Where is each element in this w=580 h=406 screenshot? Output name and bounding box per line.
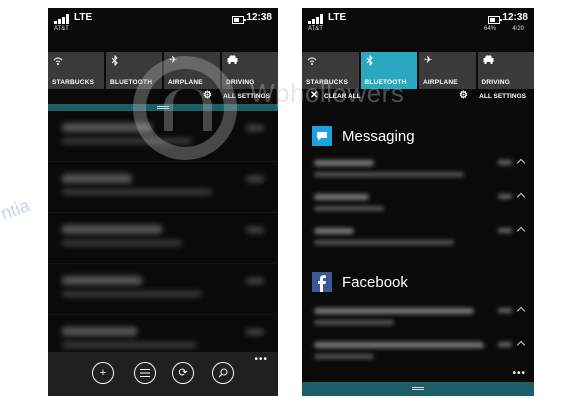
phone-screen-left: LTE AT&T 12:38 STARBUCKS BLUETOOTH ✈ AIR… [48,8,278,396]
battery-icon [488,16,502,24]
status-bar: LTE AT&T 12:38 64% 4/20 [302,8,534,52]
network-type: LTE [328,12,347,23]
all-settings-link[interactable]: ALL SETTINGS [479,93,526,100]
date: 4/20 [512,26,524,32]
battery-percent: 64% [483,26,496,32]
wifi-icon [53,55,63,69]
quick-action-label: DRIVING [481,79,510,86]
quick-action-label: AIRPLANE [423,79,458,86]
facebook-icon [312,272,332,292]
gear-icon: ⚙ [459,90,468,101]
quick-action-label: STARBUCKS [52,79,95,86]
status-bar: LTE AT&T 12:38 [48,8,278,52]
search-icon[interactable] [212,362,234,384]
car-icon [483,55,494,68]
quick-action-driving[interactable]: DRIVING [477,52,534,89]
watermark-text: Wphollowers [250,78,405,108]
network-type: LTE [74,12,93,23]
signal-icon [308,14,324,24]
app-bar: + ⟳ ••• [48,352,278,396]
bluetooth-icon [366,54,374,70]
list-icon[interactable] [134,362,156,384]
bluetooth-icon [111,54,119,70]
list-item [48,162,278,213]
wifi-icon [307,55,317,69]
watermark-logo [133,56,237,160]
sync-icon[interactable]: ⟳ [172,362,194,384]
notification-pull-handle[interactable] [302,382,534,396]
group-title: Facebook [342,274,408,291]
clock: 12:38 [246,12,272,23]
notification-item[interactable] [302,338,534,378]
quick-action-airplane[interactable]: ✈ AIRPLANE [419,52,476,89]
add-icon[interactable]: + [92,362,114,384]
more-options-icon[interactable]: ••• [512,368,526,379]
notification-item[interactable] [302,224,534,264]
carrier-name: AT&T [308,26,323,32]
messaging-icon [312,126,332,146]
list-item [48,213,278,264]
clock: 12:38 [502,12,528,23]
quick-action-wifi[interactable]: STARBUCKS [48,52,104,89]
airplane-icon: ✈ [424,55,433,66]
watermark-fragment: ntia [0,195,33,224]
list-item [48,264,278,315]
carrier-name: AT&T [54,26,69,32]
signal-icon [54,14,70,24]
more-options-icon[interactable]: ••• [254,354,268,365]
phone-screen-right: LTE AT&T 12:38 64% 4/20 STARBUCKS BLUETO… [302,8,534,396]
car-icon [227,55,238,68]
battery-icon [232,16,246,24]
group-title: Messaging [342,128,415,145]
